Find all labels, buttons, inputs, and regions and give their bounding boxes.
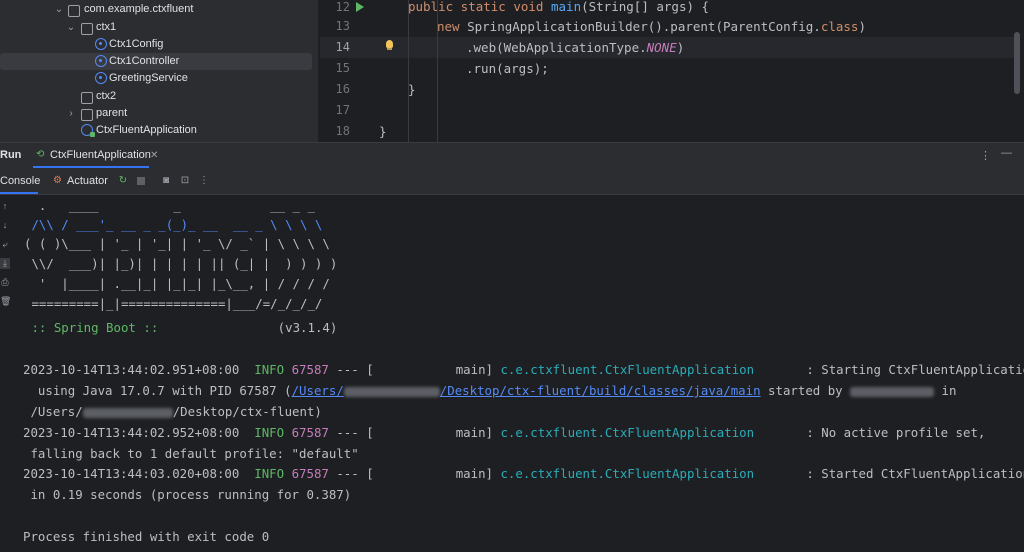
log-line: 2023-10-14T13:44:02.951+08:00 INFO 67587… <box>23 362 1024 377</box>
tree-item-ctx1[interactable]: ⌄ ctx1 <box>0 19 318 36</box>
run-config-icon: ⟲ <box>36 149 45 160</box>
actuator-icon: ⚙ <box>53 175 62 186</box>
banner-line: \\/ ___)| |_)| | | | | || (_| | ) ) ) ) <box>24 256 338 271</box>
lightbulb-icon[interactable] <box>386 40 393 50</box>
class-path-link[interactable]: /Users//Desktop/ctx-fluent/build/classes… <box>292 383 761 398</box>
log-line-continuation: falling back to 1 default profile: "defa… <box>23 446 359 461</box>
tree-item-package[interactable]: ⌄ com.example.ctxfluent <box>0 1 318 18</box>
camera-icon[interactable]: ◙ <box>161 176 171 186</box>
code-line-16: } <box>408 82 416 97</box>
log-line-continuation: using Java 17.0.7 with PID 67587 (/Users… <box>23 383 957 398</box>
code-editor[interactable]: 12 13 14 15 16 17 18 public static void … <box>320 0 1024 142</box>
tab-actuator[interactable]: Actuator <box>67 175 108 187</box>
run-toolwindow-header: Run ⟲ CtxFluentApplication ✕ ⋮ — <box>0 142 1024 168</box>
tree-item-label: CtxFluentApplication <box>96 124 197 136</box>
active-tab-indicator <box>0 192 38 194</box>
tree-item-greetingservice[interactable]: GreetingService <box>0 70 318 87</box>
log-line-continuation: in 0.19 seconds (process running for 0.3… <box>23 487 352 502</box>
restore-layout-icon[interactable]: ⊡ <box>180 176 190 186</box>
banner-line: . ____ _ __ _ _ <box>24 198 315 213</box>
tree-item-label: Ctx1Config <box>109 38 164 50</box>
run-window-title: Run <box>0 149 22 161</box>
scroll-up-icon[interactable]: ↑ <box>0 201 10 211</box>
code-line-18: } <box>379 124 387 139</box>
spring-boot-version-line: :: Spring Boot :: (v3.1.4) <box>24 320 338 335</box>
log-line: 2023-10-14T13:44:03.020+08:00 INFO 67587… <box>23 466 1024 481</box>
code-line-13: new SpringApplicationBuilder().parent(Pa… <box>437 19 866 34</box>
redacted-username <box>82 407 173 418</box>
tree-item-label: com.example.ctxfluent <box>84 3 194 15</box>
class-icon <box>95 55 107 67</box>
soft-wrap-icon[interactable]: ⤶ <box>0 239 10 250</box>
print-icon[interactable]: ⎙ <box>0 277 10 288</box>
tree-item-ctx1controller[interactable]: Ctx1Controller <box>0 53 312 70</box>
tree-item-parent[interactable]: › parent <box>0 105 318 122</box>
run-tab-ctxfluentapplication[interactable]: CtxFluentApplication <box>50 149 151 161</box>
trash-icon[interactable]: 🗑 <box>0 296 11 307</box>
minimize-icon[interactable]: — <box>1001 147 1012 159</box>
tab-console[interactable]: Console <box>0 175 40 187</box>
chevron-down-icon[interactable]: ⌄ <box>66 19 76 36</box>
tree-item-label: ctx2 <box>96 90 117 102</box>
tree-item-label: ctx1 <box>96 21 117 33</box>
more-options-icon[interactable]: ⋮ <box>980 149 991 162</box>
banner-line: /\\ / ___'_ __ _ _(_)_ __ __ _ \ \ \ \ <box>24 217 323 232</box>
tree-item-label: GreetingService <box>109 72 188 84</box>
folder-icon <box>81 23 93 35</box>
tree-item-label: parent <box>96 107 128 119</box>
line-number: 17 <box>335 103 350 117</box>
line-number: 13 <box>335 19 350 33</box>
scroll-down-icon[interactable]: ↓ <box>0 220 10 230</box>
console-side-toolbar: ↑ ↓ ⤶ ⤓ ⎙ 🗑 <box>0 195 12 552</box>
tree-item-ctx2[interactable]: ctx2 <box>0 88 318 105</box>
code-line-15: .run(args); <box>466 61 549 76</box>
close-icon[interactable]: ✕ <box>150 150 158 161</box>
editor-gutter: 12 13 14 15 16 17 18 <box>320 0 376 142</box>
banner-line: ' |____| .__|_| |_|_| |_\__, | / / / / <box>24 276 330 291</box>
log-line: 2023-10-14T13:44:02.952+08:00 INFO 67587… <box>23 425 986 440</box>
project-tree: ⌄ com.example.ctxfluent ⌄ ctx1 Ctx1Confi… <box>0 0 318 142</box>
run-gutter-icon[interactable] <box>356 2 364 12</box>
more-options-icon[interactable]: ⋮ <box>199 176 209 186</box>
indent-guide <box>408 0 409 142</box>
console-toolbar: Console ⚙ Actuator ↻ ◙ ⊡ ⋮ <box>0 168 1024 195</box>
line-number: 16 <box>335 82 350 96</box>
log-line-continuation: /Users//Desktop/ctx-fluent) <box>23 404 322 419</box>
tree-item-ctxfluentapplication[interactable]: CtxFluentApplication <box>0 122 318 139</box>
tree-item-label: Ctx1Controller <box>109 55 180 67</box>
scroll-to-end-icon[interactable]: ⤓ <box>0 258 10 269</box>
line-number: 18 <box>335 124 350 138</box>
console-output[interactable]: . ____ _ __ _ _ /\\ / ___'_ __ _ _(_)_ _… <box>12 195 1024 552</box>
chevron-right-icon[interactable]: › <box>66 105 76 122</box>
banner-line: =========|_|==============|___/=/_/_/_/ <box>24 296 323 311</box>
editor-scrollbar[interactable] <box>1014 32 1020 94</box>
class-icon <box>95 72 107 84</box>
tree-item-ctx1config[interactable]: Ctx1Config <box>0 36 318 53</box>
package-icon <box>68 5 80 17</box>
line-number: 14 <box>335 40 350 54</box>
class-icon <box>95 38 107 50</box>
process-exit-line: Process finished with exit code 0 <box>23 529 270 544</box>
redacted-username <box>850 386 935 397</box>
folder-icon <box>81 92 93 104</box>
chevron-down-icon[interactable]: ⌄ <box>54 1 64 18</box>
rerun-icon[interactable]: ↻ <box>118 176 128 186</box>
banner-line: ( ( )\___ | '_ | '_| | '_ \/ _` | \ \ \ … <box>24 236 330 251</box>
redacted-username <box>343 386 440 397</box>
spring-app-class-icon <box>81 124 95 137</box>
code-line-14: .web(WebApplicationType.NONE) <box>466 40 685 55</box>
line-number: 15 <box>335 61 350 75</box>
stop-icon[interactable] <box>137 177 145 185</box>
folder-icon <box>81 109 93 121</box>
line-number: 12 <box>335 0 350 14</box>
code-line-12: public static void main(String[] args) { <box>408 0 710 14</box>
